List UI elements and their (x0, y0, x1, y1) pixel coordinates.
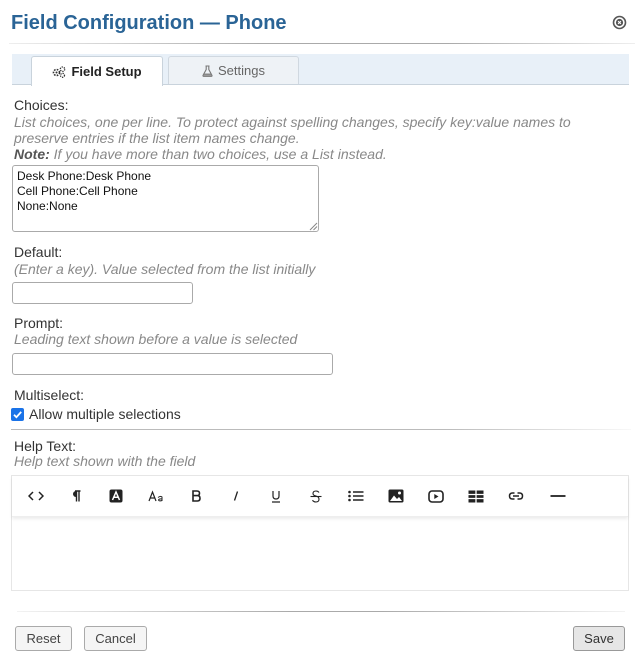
choices-hint-line2: preserve entries if the list item names … (14, 130, 300, 146)
allow-multiple-label[interactable]: Allow multiple selections (29, 406, 181, 422)
bold-icon[interactable] (184, 484, 208, 508)
default-label: Default: (14, 244, 63, 260)
tab-bar: Field Setup Settings (12, 54, 629, 86)
paragraph-icon[interactable] (64, 484, 88, 508)
choices-note: Note: If you have more than two choices,… (14, 146, 387, 162)
allow-multiple-checkbox[interactable] (11, 408, 24, 421)
choices-textarea[interactable] (12, 165, 319, 232)
bullet-list-icon[interactable] (344, 484, 368, 508)
choices-note-text: If you have more than two choices, use a… (49, 146, 387, 162)
tab-field-setup-label: Field Setup (71, 64, 142, 79)
strikethrough-icon[interactable] (304, 484, 328, 508)
default-input[interactable] (12, 282, 193, 304)
tab-settings[interactable]: Settings (168, 56, 299, 84)
footer-divider (17, 611, 625, 612)
font-size-icon[interactable] (144, 484, 168, 508)
underline-icon[interactable] (264, 484, 288, 508)
reset-button[interactable]: Reset (15, 626, 72, 651)
table-icon[interactable] (464, 484, 488, 508)
multiselect-label: Multiselect: (14, 387, 85, 403)
close-icon[interactable] (612, 15, 627, 30)
prompt-label: Prompt: (14, 315, 64, 331)
prompt-hint: Leading text shown before a value is sel… (14, 331, 298, 347)
code-view-icon[interactable] (24, 484, 48, 508)
cancel-button[interactable]: Cancel (84, 626, 147, 651)
dialog-title: Field Configuration — Phone (11, 12, 287, 34)
text-color-icon[interactable] (104, 484, 128, 508)
horizontal-rule-icon[interactable] (546, 484, 570, 508)
field-configuration-dialog: Field Configuration — Phone Field Setup (0, 0, 643, 656)
italic-icon[interactable] (224, 484, 248, 508)
gears-icon (52, 65, 66, 78)
help-text-editor-body[interactable] (12, 517, 628, 590)
flask-icon (202, 64, 213, 77)
choices-label: Choices: (14, 97, 69, 113)
save-button[interactable]: Save (573, 626, 625, 651)
help-text-editor (11, 475, 629, 591)
choices-note-prefix: Note: (14, 146, 50, 162)
editor-toolbar (12, 476, 628, 517)
link-icon[interactable] (504, 484, 528, 508)
help-text-hint: Help text shown with the field (14, 453, 196, 469)
prompt-input[interactable] (12, 353, 333, 375)
image-icon[interactable] (384, 484, 408, 508)
tab-field-setup[interactable]: Field Setup (31, 56, 163, 86)
tab-settings-label: Settings (218, 63, 265, 78)
default-hint: (Enter a key). Value selected from the l… (14, 261, 316, 277)
help-text-label: Help Text: (14, 438, 76, 454)
section-divider (11, 429, 631, 430)
title-divider (9, 43, 635, 44)
video-icon[interactable] (424, 484, 448, 508)
choices-hint-line1: List choices, one per line. To protect a… (14, 114, 571, 130)
